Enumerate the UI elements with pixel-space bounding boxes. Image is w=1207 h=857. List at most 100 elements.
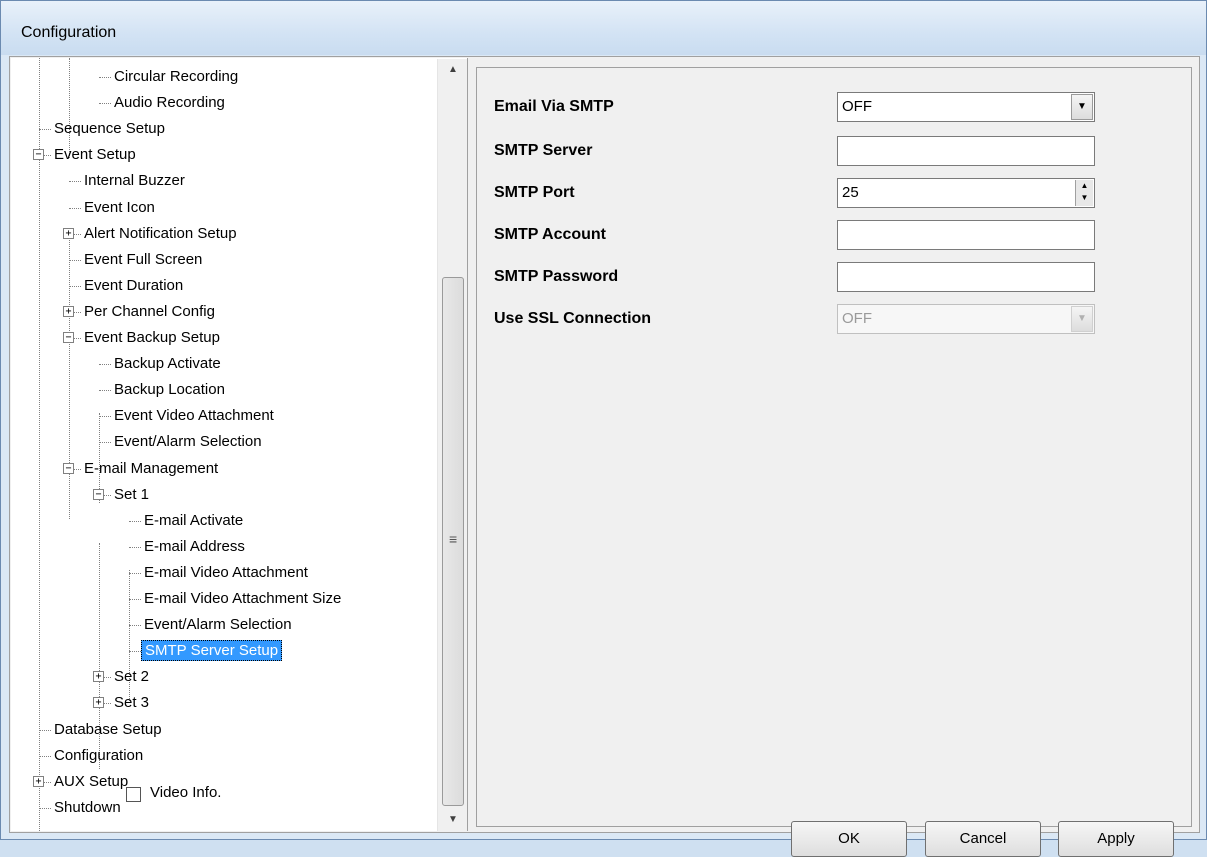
smtp-port-value: 25	[842, 184, 859, 201]
configuration-window: Configuration Circular Recording Audio Re…	[0, 0, 1207, 857]
tree-item[interactable]: Event Setup	[51, 142, 139, 168]
title-bar[interactable]: Configuration	[1, 1, 1206, 55]
tree-item[interactable]: Sequence Setup	[51, 116, 168, 142]
apply-button[interactable]: Apply	[1058, 821, 1174, 857]
tree-item-label: Set 1	[114, 485, 150, 503]
tree-item[interactable]: E-mail Management	[81, 456, 221, 482]
video-info-checkbox[interactable]	[126, 787, 141, 802]
tree-item-label: Event Setup	[54, 146, 136, 164]
tree-connector	[39, 129, 51, 131]
tree-item[interactable]: Backup Location	[111, 377, 228, 403]
tree-item-label: Per Channel Config	[84, 302, 215, 320]
expand-icon[interactable]: +	[63, 227, 74, 239]
tree-item[interactable]: Set 1	[111, 482, 152, 508]
tree-connector	[99, 77, 111, 78]
tree-item-label: SMTP Server Setup	[141, 640, 283, 662]
tree-item-label: Internal Buzzer	[84, 172, 185, 190]
smtp-server-label: SMTP Server	[494, 142, 593, 159]
tree-connector	[69, 181, 81, 183]
tree-connector	[39, 729, 51, 731]
cancel-button[interactable]: Cancel	[925, 821, 1041, 857]
tree-item[interactable]: E-mail Activate	[141, 508, 246, 534]
use-ssl-label: Use SSL Connection	[494, 310, 652, 327]
tree-item[interactable]: Backup Activate	[111, 351, 224, 377]
dialog-client-area: Circular Recording Audio Recording Sequenc…	[9, 56, 1200, 857]
tree-connector	[129, 520, 141, 522]
tree-scrollbar[interactable]: ▲ ≡ ▼	[437, 59, 467, 831]
tree-item[interactable]: Internal Buzzer	[81, 168, 188, 194]
tree-item-label: Event/Alarm Selection	[114, 433, 262, 451]
expand-icon[interactable]: +	[33, 775, 44, 787]
tree-connector	[99, 364, 111, 366]
collapse-icon[interactable]: −	[63, 462, 74, 474]
scroll-down-icon[interactable]: ▼	[438, 809, 467, 831]
tree-item-label: Sequence Setup	[54, 120, 165, 138]
tree-item[interactable]: Event Icon	[81, 195, 158, 221]
tree-item[interactable]: Per Channel Config	[81, 299, 218, 325]
tree-item[interactable]: Set 2	[111, 664, 152, 690]
expand-icon[interactable]: +	[63, 305, 74, 317]
tree-item[interactable]: Set 3	[111, 690, 152, 716]
tree-item-label: Configuration	[54, 746, 144, 764]
collapse-icon[interactable]: −	[93, 488, 104, 500]
expand-icon[interactable]: +	[93, 671, 104, 683]
smtp-settings-panel: Email Via SMTP OFF ▼ SMTP Server SMTP Po…	[476, 67, 1192, 827]
tree-item[interactable]: E-mail Video Attachment Size	[141, 586, 344, 612]
tree-item[interactable]: E-mail Address	[141, 534, 248, 560]
ok-button[interactable]: OK	[791, 821, 907, 857]
email-via-smtp-value: OFF	[842, 98, 872, 115]
tree-connector	[129, 651, 141, 653]
video-info-label[interactable]: Video Info.	[150, 784, 221, 801]
window-title: Configuration	[21, 24, 117, 41]
tree-item-label: Event Backup Setup	[84, 329, 220, 346]
tree-item[interactable]: AUX Setup	[51, 769, 131, 795]
tree-item[interactable]: SMTP Server Setup	[141, 638, 283, 664]
tree-item-label: Backup Location	[114, 381, 225, 399]
tree-item[interactable]: Event Backup Setup	[81, 325, 223, 351]
tree-item-label: E-mail Video Attachment	[144, 563, 308, 581]
use-ssl-dropdown: OFF ▼	[837, 304, 1095, 334]
tree-item-label: Circular Recording	[114, 68, 239, 85]
tree-item[interactable]: Shutdown	[51, 795, 124, 821]
tree-item[interactable]: Configuration	[51, 743, 146, 769]
tree-connector	[39, 755, 51, 757]
chevron-down-icon: ▼	[1071, 306, 1093, 332]
scroll-up-icon[interactable]: ▲	[438, 59, 467, 81]
tree-connector	[129, 572, 141, 574]
tree-item[interactable]: E-mail Video Attachment	[141, 560, 311, 586]
tree-connector	[129, 599, 141, 600]
tree-item[interactable]: Circular Recording	[111, 64, 241, 90]
chevron-down-icon[interactable]: ▼	[1071, 94, 1093, 120]
expand-icon[interactable]: +	[93, 697, 104, 709]
tree-item-label: Event Full Screen	[84, 250, 203, 268]
tree-item-label: Event/Alarm Selection	[144, 616, 292, 634]
tree-item-label: Audio Recording	[114, 94, 225, 112]
smtp-port-spinner[interactable]: 25 ▲ ▼	[837, 178, 1095, 208]
tree-item[interactable]: Event Video Attachment	[111, 403, 277, 429]
tree-item-label: E-mail Management	[84, 459, 219, 477]
tree-item[interactable]: Alert Notification Setup	[81, 221, 240, 247]
tree-item[interactable]: Database Setup	[51, 717, 165, 743]
tree-item[interactable]: Event/Alarm Selection	[111, 429, 265, 455]
collapse-icon[interactable]: −	[33, 149, 44, 161]
tree-connector	[99, 390, 111, 392]
tree-connector	[129, 546, 141, 548]
scroll-thumb[interactable]: ≡	[442, 277, 464, 806]
tree-item[interactable]: Event Full Screen	[81, 247, 205, 273]
tree-connector	[99, 416, 111, 418]
smtp-password-input[interactable]	[837, 262, 1095, 292]
collapse-icon[interactable]: −	[63, 332, 74, 343]
smtp-account-input[interactable]	[837, 220, 1095, 250]
email-via-smtp-dropdown[interactable]: OFF ▼	[837, 92, 1095, 122]
tree-item[interactable]: Event/Alarm Selection	[141, 612, 295, 638]
use-ssl-value: OFF	[842, 310, 872, 327]
tree-item-label: E-mail Address	[144, 537, 245, 555]
config-tree[interactable]: Circular Recording Audio Recording Sequenc…	[11, 58, 468, 831]
smtp-password-label: SMTP Password	[494, 268, 619, 285]
smtp-server-input[interactable]	[837, 136, 1095, 166]
spin-arrows-icon[interactable]: ▲ ▼	[1075, 180, 1093, 206]
tree-item[interactable]: Audio Recording	[111, 90, 228, 116]
tree-item-label: E-mail Video Attachment Size	[144, 590, 342, 607]
tree-connector	[69, 207, 81, 209]
tree-item[interactable]: Event Duration	[81, 273, 186, 299]
